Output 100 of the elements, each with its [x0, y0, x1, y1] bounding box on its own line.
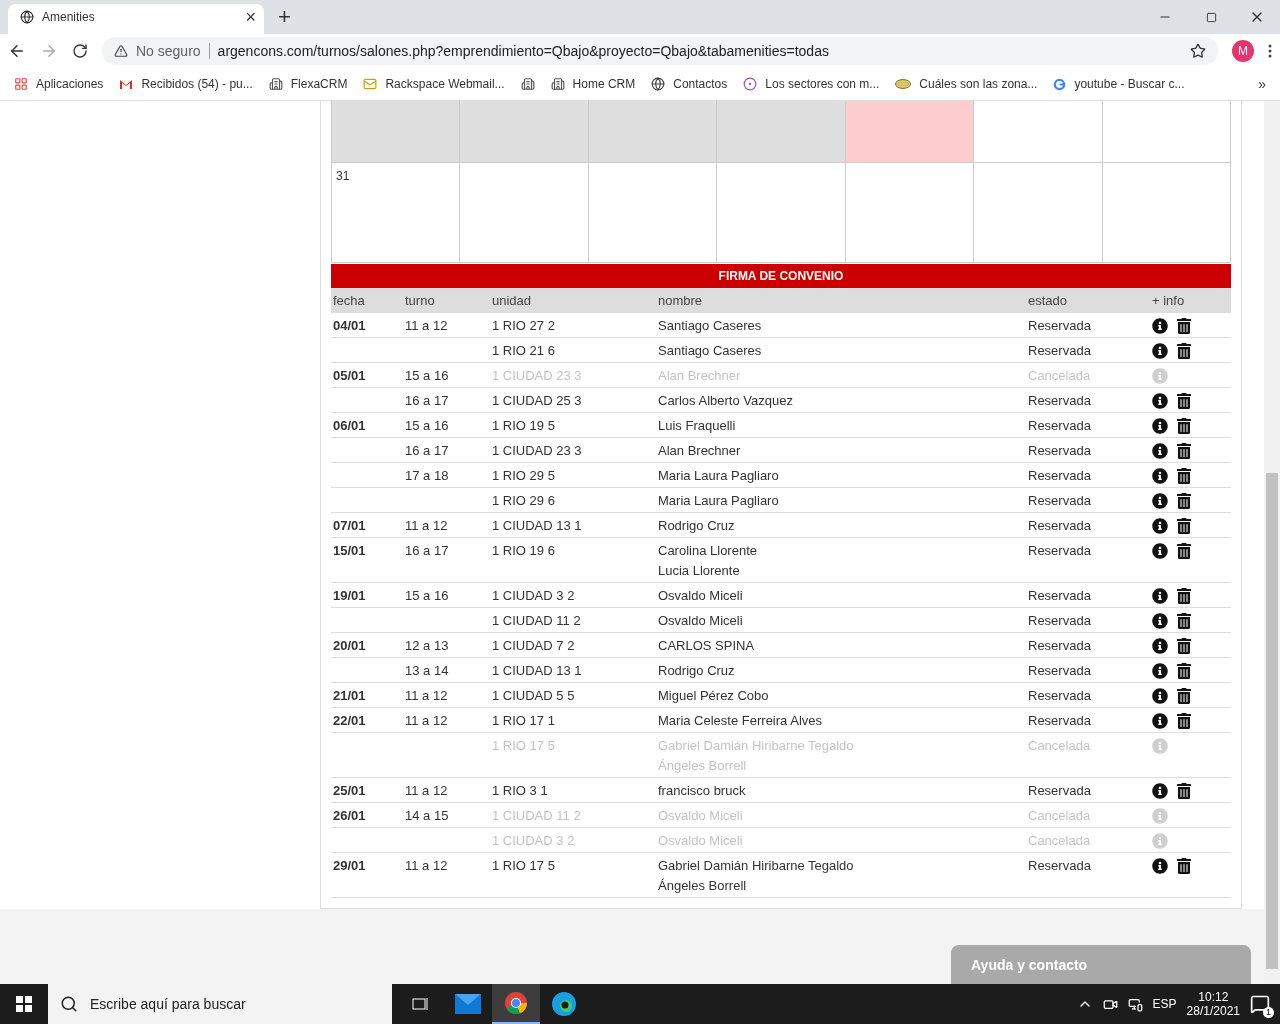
language-indicator[interactable]: ESP: [1152, 997, 1177, 1011]
profile-avatar[interactable]: M: [1232, 40, 1254, 62]
trash-icon[interactable]: [1176, 783, 1192, 799]
date-cell-text: 21/01: [332, 688, 367, 703]
name-cell-text: francisco bruck: [658, 783, 747, 798]
name-cell-text: Carlos Alberto Vazquez: [658, 393, 794, 408]
info-icon[interactable]: [1152, 343, 1168, 359]
name-cell-text: Osvaldo Miceli: [658, 613, 744, 628]
info-icon[interactable]: [1152, 783, 1168, 799]
trash-icon[interactable]: [1176, 493, 1192, 509]
info-icon[interactable]: [1152, 588, 1168, 604]
info-icon[interactable]: [1152, 858, 1168, 874]
name-cell-text: Miguel Pérez Cobo: [658, 688, 770, 703]
trash-icon[interactable]: [1176, 688, 1192, 704]
bookmark-link[interactable]: Contactos: [651, 77, 728, 91]
unit-cell-text: 1 RIO 19 6: [491, 543, 556, 558]
column-header: nombre: [657, 293, 704, 308]
info-icon[interactable]: [1152, 468, 1168, 484]
taskbar-search-field[interactable]: Escribe aquí para buscar: [48, 984, 392, 1024]
info-icon[interactable]: [1152, 713, 1168, 729]
bookmark-link[interactable]: Rackspace Webmail...: [363, 77, 505, 91]
date-cell-text: 19/01: [332, 588, 367, 603]
time-slot-cell-text: 16 a 17: [404, 393, 450, 408]
menu-icon[interactable]: [1268, 44, 1272, 58]
name-cell-text: Rodrigo Cruz: [658, 663, 736, 678]
info-icon[interactable]: [1152, 443, 1168, 459]
bookmark-link[interactable]: Aplicaciones: [14, 77, 104, 91]
network-icon[interactable]: [1127, 996, 1143, 1012]
trash-icon[interactable]: [1176, 638, 1192, 654]
info-icon[interactable]: [1152, 613, 1168, 629]
info-icon[interactable]: [1152, 518, 1168, 534]
scrollbar[interactable]: [1264, 101, 1280, 984]
info-icon[interactable]: [1152, 493, 1168, 509]
status-cell-text: Reservada: [1027, 468, 1092, 483]
time-slot-cell-text: 11 a 12: [404, 858, 449, 873]
trash-icon[interactable]: [1176, 613, 1192, 629]
unit-cell-text: 1 CIUDAD 25 3: [491, 393, 583, 408]
unit-cell-text: 1 RIO 27 2: [491, 318, 556, 333]
envelope-icon: [363, 77, 378, 91]
info-icon[interactable]: [1152, 688, 1168, 704]
trash-icon[interactable]: [1176, 543, 1192, 559]
status-cell-text: Reservada: [1027, 493, 1092, 508]
bookmark-link[interactable]: youtube - Buscar c...: [1053, 77, 1185, 91]
name-cell-text: Ángeles Borrell: [658, 878, 748, 893]
bookmark-link[interactable]: FlexaCRM: [268, 77, 348, 91]
unit-cell-text: 1 CIUDAD 11 2: [491, 808, 582, 823]
info-icon[interactable]: [1152, 638, 1168, 654]
time-slot-cell-text: 12 a 13: [404, 638, 450, 653]
info-icon[interactable]: [1152, 318, 1168, 334]
address-bar[interactable]: No seguro argencons.com/turnos/salones.php?emprendimiento=Qbajo&proyecto=Qbajo&tabamenities=todas: [102, 37, 1218, 65]
task-view-icon[interactable]: [411, 996, 429, 1012]
close-tab-button[interactable]: ×: [245, 6, 256, 28]
restore-icon[interactable]: [1205, 11, 1217, 23]
date-cell-text: 20/01: [332, 638, 367, 653]
more-bookmarks-button[interactable]: »: [1258, 76, 1266, 92]
trash-icon[interactable]: [1176, 468, 1192, 484]
name-cell-text: Maria Celeste Ferreira Alves: [658, 713, 823, 728]
globe-icon: [20, 10, 34, 24]
info-icon[interactable]: [1152, 393, 1168, 409]
column-header: unidad: [491, 293, 533, 308]
trash-icon[interactable]: [1176, 418, 1192, 434]
bookmark-link[interactable]: [520, 77, 535, 91]
trash-icon[interactable]: [1176, 318, 1192, 334]
back-button[interactable]: [8, 42, 26, 60]
name-cell-text: Carolina Llorente: [658, 543, 758, 558]
bookmark-link[interactable]: Home CRM: [550, 77, 636, 91]
column-header: fecha: [332, 293, 366, 308]
name-cell-text: CARLOS SPINA: [658, 638, 756, 653]
status-cell-text: Reservada: [1027, 688, 1092, 703]
column-header: estado: [1027, 293, 1069, 308]
trash-icon[interactable]: [1176, 343, 1192, 359]
windows-logo-icon[interactable]: [16, 996, 32, 1012]
trash-icon[interactable]: [1176, 393, 1192, 409]
edge-icon[interactable]: [552, 992, 576, 1016]
info-icon[interactable]: [1152, 663, 1168, 679]
trash-icon[interactable]: [1176, 663, 1192, 679]
info-icon[interactable]: [1152, 418, 1168, 434]
time-slot-cell-text: 13 a 14: [404, 663, 450, 678]
name-cell-text: Santiago Caseres: [658, 343, 763, 358]
trash-icon[interactable]: [1176, 713, 1192, 729]
reload-button[interactable]: [72, 43, 88, 59]
unit-cell-text: 1 CIUDAD 3 2: [491, 588, 576, 603]
bookmark-link[interactable]: Recibidos (54) - pu...: [119, 77, 253, 91]
name-cell-text: Ángeles Borrell: [658, 758, 748, 773]
bookmark-link[interactable]: Cuáles son las zona...: [895, 77, 1038, 91]
chrome-icon[interactable]: [505, 992, 527, 1014]
new-tab-button[interactable]: +: [278, 4, 291, 30]
unit-cell-text: 1 RIO 17 5: [491, 858, 556, 873]
browser-tab[interactable]: Amenities ×: [8, 4, 264, 34]
trash-icon[interactable]: [1176, 588, 1192, 604]
name-cell-text: Rodrigo Cruz: [658, 518, 736, 533]
trash-icon[interactable]: [1176, 443, 1192, 459]
bookmark-link[interactable]: Los sectores con m...: [743, 77, 880, 91]
trash-icon[interactable]: [1176, 518, 1192, 534]
trash-icon[interactable]: [1176, 858, 1192, 874]
bookmark-star-icon[interactable]: [1190, 43, 1206, 59]
date-cell-text: 29/01: [332, 858, 367, 873]
time-slot-cell-text: 11 a 12: [404, 783, 449, 798]
info-icon[interactable]: [1152, 543, 1168, 559]
clock[interactable]: 10:12 28/1/2021: [1186, 990, 1240, 1018]
